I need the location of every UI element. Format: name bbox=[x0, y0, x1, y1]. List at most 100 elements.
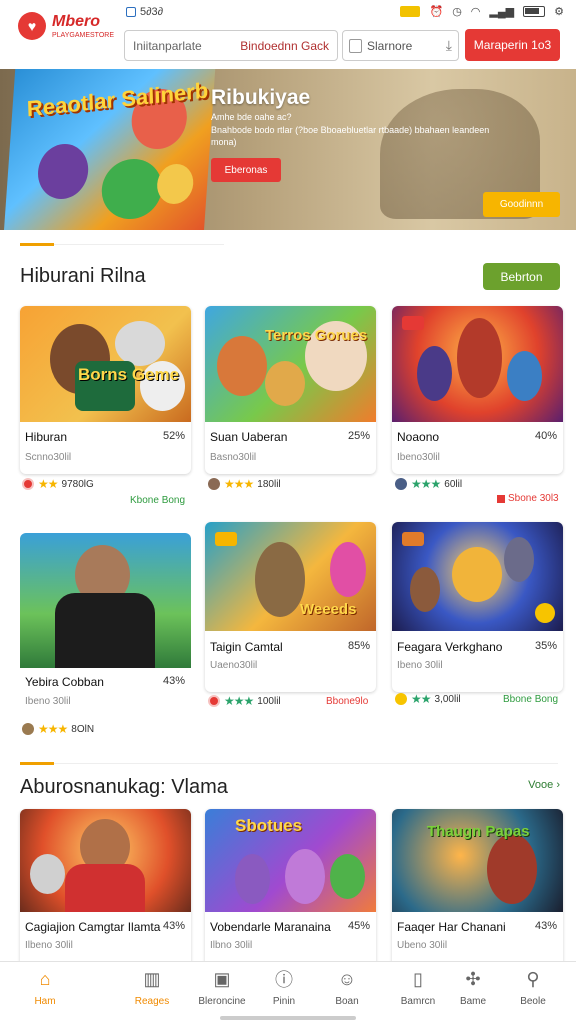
coin-icon bbox=[535, 603, 555, 623]
wifi-icon: ◠ bbox=[470, 6, 481, 18]
game-card[interactable]: Noaono 40% Ibeno30lil bbox=[392, 306, 563, 474]
card-subtitle: Ilbeno 30lil bbox=[25, 940, 73, 951]
card-percent: 85% bbox=[347, 640, 370, 652]
card-percent: 43% bbox=[534, 920, 557, 932]
card-subtitle: Ibeno 30lil bbox=[25, 696, 71, 707]
character-shape bbox=[255, 542, 305, 617]
search-input[interactable]: Iniitanparlate Bindoednn Gack bbox=[124, 30, 338, 61]
card-percent: 40% bbox=[534, 430, 557, 442]
star-rating-icon: ★★★ bbox=[38, 722, 68, 736]
hero-art-character bbox=[155, 164, 195, 204]
avatar bbox=[208, 695, 220, 707]
nav-item-puzzle[interactable]: ✣ Bame bbox=[443, 968, 503, 1008]
card-title: Taigin Camtal bbox=[210, 640, 283, 654]
card-rating: ★★★ 180lil bbox=[208, 477, 281, 491]
avatar bbox=[395, 693, 407, 705]
nav-item-tickets[interactable]: ⓘ Pinin bbox=[254, 968, 314, 1007]
character-shape bbox=[115, 321, 165, 366]
game-card[interactable]: Yebira Cobban 43% Ibeno 30lil bbox=[20, 533, 191, 713]
filter-dropdown[interactable]: Slarnore ⤓ bbox=[342, 30, 459, 61]
game-card[interactable]: Cagiajion Camgtar Ilamta 43% Ilbeno 30li… bbox=[20, 809, 191, 969]
shirt-shape bbox=[65, 864, 145, 912]
status-right: ⏰ ◷ ◠ ▂▄▆ ⚙ bbox=[400, 5, 564, 18]
rating-count: 180lil bbox=[257, 478, 281, 490]
character-shape bbox=[417, 346, 452, 401]
nav-label: Bamrcn bbox=[400, 996, 436, 1007]
nav-item-fun[interactable]: ☺ Boan bbox=[317, 968, 377, 1008]
card-rating: ★★★ 60lil bbox=[395, 477, 462, 491]
avatar bbox=[395, 478, 407, 490]
view-all-label: Vooe bbox=[528, 779, 554, 791]
thumbnail-text: Terros Gorues bbox=[265, 327, 368, 344]
card-tag: Kbone Bong bbox=[130, 495, 186, 506]
yellow-indicator-icon bbox=[400, 6, 421, 17]
settings-small-icon: ⚙ bbox=[554, 6, 564, 18]
card-percent: 52% bbox=[162, 430, 185, 442]
hero-primary-button[interactable]: Eberonas bbox=[211, 158, 281, 182]
character-shape bbox=[285, 849, 325, 904]
section-more-button[interactable]: Bebrton bbox=[483, 263, 560, 290]
status-time: 5∂3∂ bbox=[140, 6, 164, 18]
game-card[interactable]: Borns Geme Hiburan 52% Scnno30lil bbox=[20, 306, 191, 474]
status-left: 5∂3∂ bbox=[126, 6, 163, 18]
game-thumbnail: Thaugn Papas bbox=[392, 809, 563, 912]
nav-item-search[interactable]: ⚲ Beole bbox=[503, 968, 563, 1008]
hero-description: Bnahbode bodo rtlar (?boe Bboaebluetlar … bbox=[211, 125, 490, 147]
hero-secondary-button[interactable]: Goodinnn bbox=[483, 192, 560, 217]
card-title: Vobendarle Maranaina bbox=[210, 920, 331, 934]
app-logo[interactable]: ♥ Mbero PLAYGAMESTORE bbox=[18, 12, 114, 40]
smile-icon: ☺ bbox=[337, 968, 357, 989]
card-title: Faaqer Har Chanani bbox=[397, 920, 506, 934]
nav-item-mobile[interactable]: ▯ Bamrcn bbox=[388, 968, 448, 1008]
character-shape bbox=[330, 854, 365, 899]
nav-item-categories[interactable]: ▣ Bleroncine bbox=[192, 968, 252, 1008]
header-action-button[interactable]: Maraperin 1o3 bbox=[465, 29, 560, 61]
card-subtitle: Ubeno 30lil bbox=[397, 940, 448, 951]
avatar bbox=[208, 478, 220, 490]
game-card[interactable]: Thaugn Papas Faaqer Har Chanani 43% Uben… bbox=[392, 809, 563, 969]
card-rating: ★★ 9780lG bbox=[22, 477, 94, 491]
card-title: Suan Uaberan bbox=[210, 430, 288, 444]
game-card[interactable]: Weeeds Taigin Camtal 85% Uaeno30lil bbox=[205, 522, 376, 692]
gamepad-icon: ▥ bbox=[143, 968, 161, 989]
game-thumbnail: Sbotues bbox=[205, 809, 376, 912]
card-tag: Sbone 30l3 bbox=[508, 493, 559, 504]
card-percent: 25% bbox=[347, 430, 370, 442]
game-thumbnail bbox=[20, 809, 191, 912]
grid-icon: ▣ bbox=[213, 968, 231, 989]
character-shape bbox=[235, 854, 270, 904]
card-title: Cagiajion Camgtar Ilamta bbox=[25, 920, 161, 934]
card-title: Hiburan bbox=[25, 430, 68, 444]
section-view-all-link[interactable]: Vooe › bbox=[528, 779, 560, 791]
character-shape bbox=[30, 854, 65, 894]
game-thumbnail: Weeeds bbox=[205, 522, 376, 631]
rating-count: 9780lG bbox=[61, 478, 94, 490]
card-rating: ★★ 3,00lil bbox=[395, 692, 461, 706]
card-subtitle: Basno30lil bbox=[210, 452, 257, 463]
section-accent-line bbox=[20, 243, 54, 246]
card-subtitle: Ibeno 30lil bbox=[397, 660, 443, 671]
game-card[interactable]: Sbotues Vobendarle Maranaina 45% Ilbno 3… bbox=[205, 809, 376, 969]
game-card[interactable]: Terros Gorues Suan Uaberan 25% Basno30li… bbox=[205, 306, 376, 474]
download-icon[interactable]: ⤓ bbox=[446, 37, 452, 54]
nav-label: Bleroncine bbox=[198, 996, 246, 1007]
badge-icon bbox=[402, 316, 424, 330]
card-tag-wrap: Sbone 30l3 bbox=[497, 493, 559, 504]
nav-item-home[interactable]: ⌂ Ham bbox=[15, 968, 75, 1008]
star-rating-icon: ★★★ bbox=[224, 694, 254, 708]
home-indicator[interactable] bbox=[220, 1016, 356, 1020]
search-link[interactable]: Bindoednn Gack bbox=[240, 39, 329, 53]
card-subtitle: Ibeno30lil bbox=[397, 452, 440, 463]
star-rating-icon: ★★ bbox=[411, 692, 431, 706]
hero-art-character bbox=[36, 144, 91, 199]
nav-item-games[interactable]: ▥ Reages bbox=[122, 968, 182, 1008]
game-card[interactable]: Feagara Verkghano 35% Ibeno 30lil bbox=[392, 522, 563, 692]
clock-icon: ◷ bbox=[452, 6, 462, 18]
card-title: Noaono bbox=[397, 430, 440, 444]
card-subtitle: Uaeno30lil bbox=[210, 660, 258, 671]
tag-icon bbox=[497, 494, 505, 503]
card-rating: ★★★ 8OlN bbox=[22, 722, 94, 736]
card-title: Feagara Verkghano bbox=[397, 640, 503, 654]
character-shape bbox=[217, 336, 267, 396]
section-title: Hiburani Rilna bbox=[20, 265, 146, 287]
